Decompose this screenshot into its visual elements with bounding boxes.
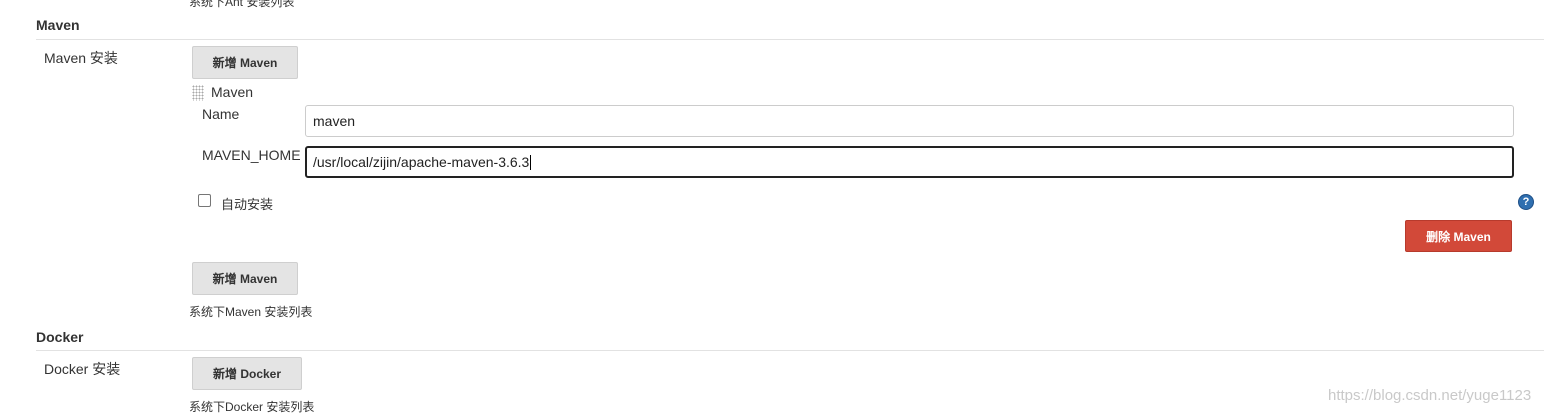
- maven-home-input-value: /usr/local/zijin/apache-maven-3.6.3: [313, 154, 530, 170]
- maven-home-input[interactable]: /usr/local/zijin/apache-maven-3.6.3: [305, 146, 1514, 178]
- auto-install-label[interactable]: 自动安装: [221, 194, 273, 213]
- maven-section-divider: [36, 39, 1544, 40]
- name-input[interactable]: maven: [305, 105, 1514, 137]
- help-icon-glyph: ?: [1522, 195, 1530, 208]
- docker-install-label: Docker 安装: [44, 361, 121, 377]
- auto-install-checkbox[interactable]: [198, 194, 211, 207]
- docker-section-divider: [36, 350, 1544, 351]
- add-maven-button-top[interactable]: 新增 Maven: [192, 46, 298, 79]
- name-input-value: maven: [313, 113, 356, 129]
- docker-description: 系统下Docker 安装列表: [189, 400, 315, 413]
- ant-description: 系统下Ant 安装列表: [189, 0, 295, 9]
- watermark: https://blog.csdn.net/yuge1123: [1328, 387, 1532, 404]
- maven-section-title: Maven: [36, 17, 80, 33]
- text-caret: [530, 154, 532, 170]
- name-label: Name: [202, 106, 240, 122]
- maven-description: 系统下Maven 安装列表: [189, 305, 313, 319]
- help-icon[interactable]: ?: [1518, 194, 1534, 210]
- add-docker-button[interactable]: 新增 Docker: [192, 357, 302, 390]
- delete-maven-button[interactable]: 删除 Maven: [1405, 220, 1512, 252]
- add-maven-button[interactable]: 新增 Maven: [192, 262, 298, 295]
- maven-home-label: MAVEN_HOME: [202, 147, 301, 163]
- maven-install-label: Maven 安装: [44, 50, 118, 66]
- maven-installation-title: Maven: [211, 84, 254, 100]
- drag-handle-icon[interactable]: [192, 85, 204, 101]
- docker-section-title: Docker: [36, 329, 84, 345]
